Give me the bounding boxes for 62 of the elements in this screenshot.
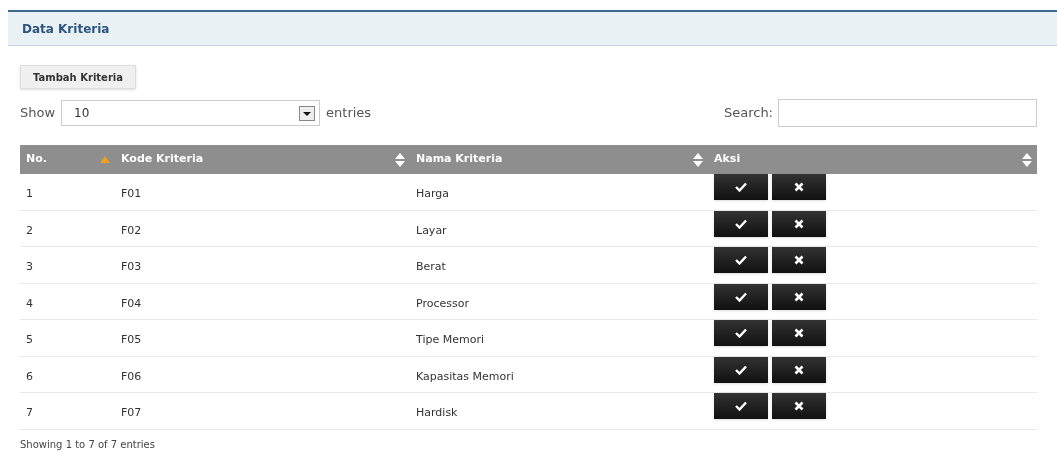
table-cell-text: F05: [120, 332, 143, 348]
close-icon: [794, 291, 804, 302]
column-header[interactable]: No.: [20, 145, 115, 174]
entries-select[interactable]: 10: [61, 100, 321, 126]
search-label: Search:: [723, 104, 773, 123]
add-button[interactable]: Tambah Kriteria: [20, 65, 136, 89]
show-label: Show: [20, 104, 56, 123]
table-cell-text: Tipe Memori: [415, 332, 485, 348]
approve-button[interactable]: [714, 174, 768, 200]
approve-button[interactable]: [714, 393, 768, 419]
close-icon: [794, 255, 804, 265]
delete-button[interactable]: [772, 356, 826, 383]
entries-label: entries: [326, 104, 372, 123]
check-icon: [735, 218, 747, 229]
close-icon: [794, 218, 804, 229]
delete-button[interactable]: [772, 174, 826, 200]
column-header[interactable]: Nama Kriteria: [410, 145, 708, 174]
table-cell-text: 1: [25, 186, 34, 202]
approve-button[interactable]: [714, 210, 768, 237]
table-cell-text: Processor: [415, 295, 470, 312]
table-info: Showing 1 to 7 of 7 entries: [20, 437, 155, 452]
check-icon: [735, 291, 747, 302]
check-icon: [735, 182, 747, 192]
table-cell-text: F01: [120, 186, 143, 202]
approve-button[interactable]: [714, 247, 768, 273]
dropdown-icon: [299, 105, 316, 121]
column-header[interactable]: Aksi: [708, 145, 1037, 174]
close-icon: [794, 182, 804, 192]
delete-button[interactable]: [772, 210, 826, 237]
table-cell-text: 6: [25, 368, 34, 385]
panel-title: Data Kriteria: [22, 20, 110, 38]
check-icon: [735, 401, 747, 411]
table-cell-text: Hardisk: [415, 405, 459, 421]
table-cell-text: F04: [120, 295, 143, 312]
delete-button[interactable]: [772, 393, 826, 419]
table-cell-text: Layar: [415, 222, 448, 239]
approve-button[interactable]: [714, 356, 768, 383]
approve-button[interactable]: [714, 320, 768, 346]
delete-button[interactable]: [772, 320, 826, 346]
table-cell-text: 3: [25, 259, 34, 275]
delete-button[interactable]: [772, 283, 826, 310]
table-cell-text: Berat: [415, 259, 447, 275]
table-cell-text: 4: [25, 295, 34, 312]
table-cell-text: F06: [120, 368, 143, 385]
column-header[interactable]: Kode Kriteria: [115, 145, 410, 174]
check-icon: [735, 255, 747, 265]
table-cell-text: Harga: [415, 186, 451, 202]
close-icon: [794, 364, 804, 375]
table-cell-text: F07: [120, 405, 143, 421]
table-cell-text: F03: [120, 259, 143, 275]
table-cell-text: 7: [25, 405, 34, 421]
check-icon: [735, 328, 747, 338]
delete-button[interactable]: [772, 247, 826, 273]
close-icon: [794, 401, 804, 411]
close-icon: [794, 328, 804, 338]
table-cell-text: Kapasitas Memori: [415, 368, 515, 385]
check-icon: [735, 364, 747, 375]
approve-button[interactable]: [714, 283, 768, 310]
table-cell-text: F02: [120, 222, 143, 239]
table-cell-text: 5: [25, 332, 34, 348]
search-field[interactable]: [778, 99, 1037, 127]
table-cell-text: 2: [25, 222, 34, 239]
